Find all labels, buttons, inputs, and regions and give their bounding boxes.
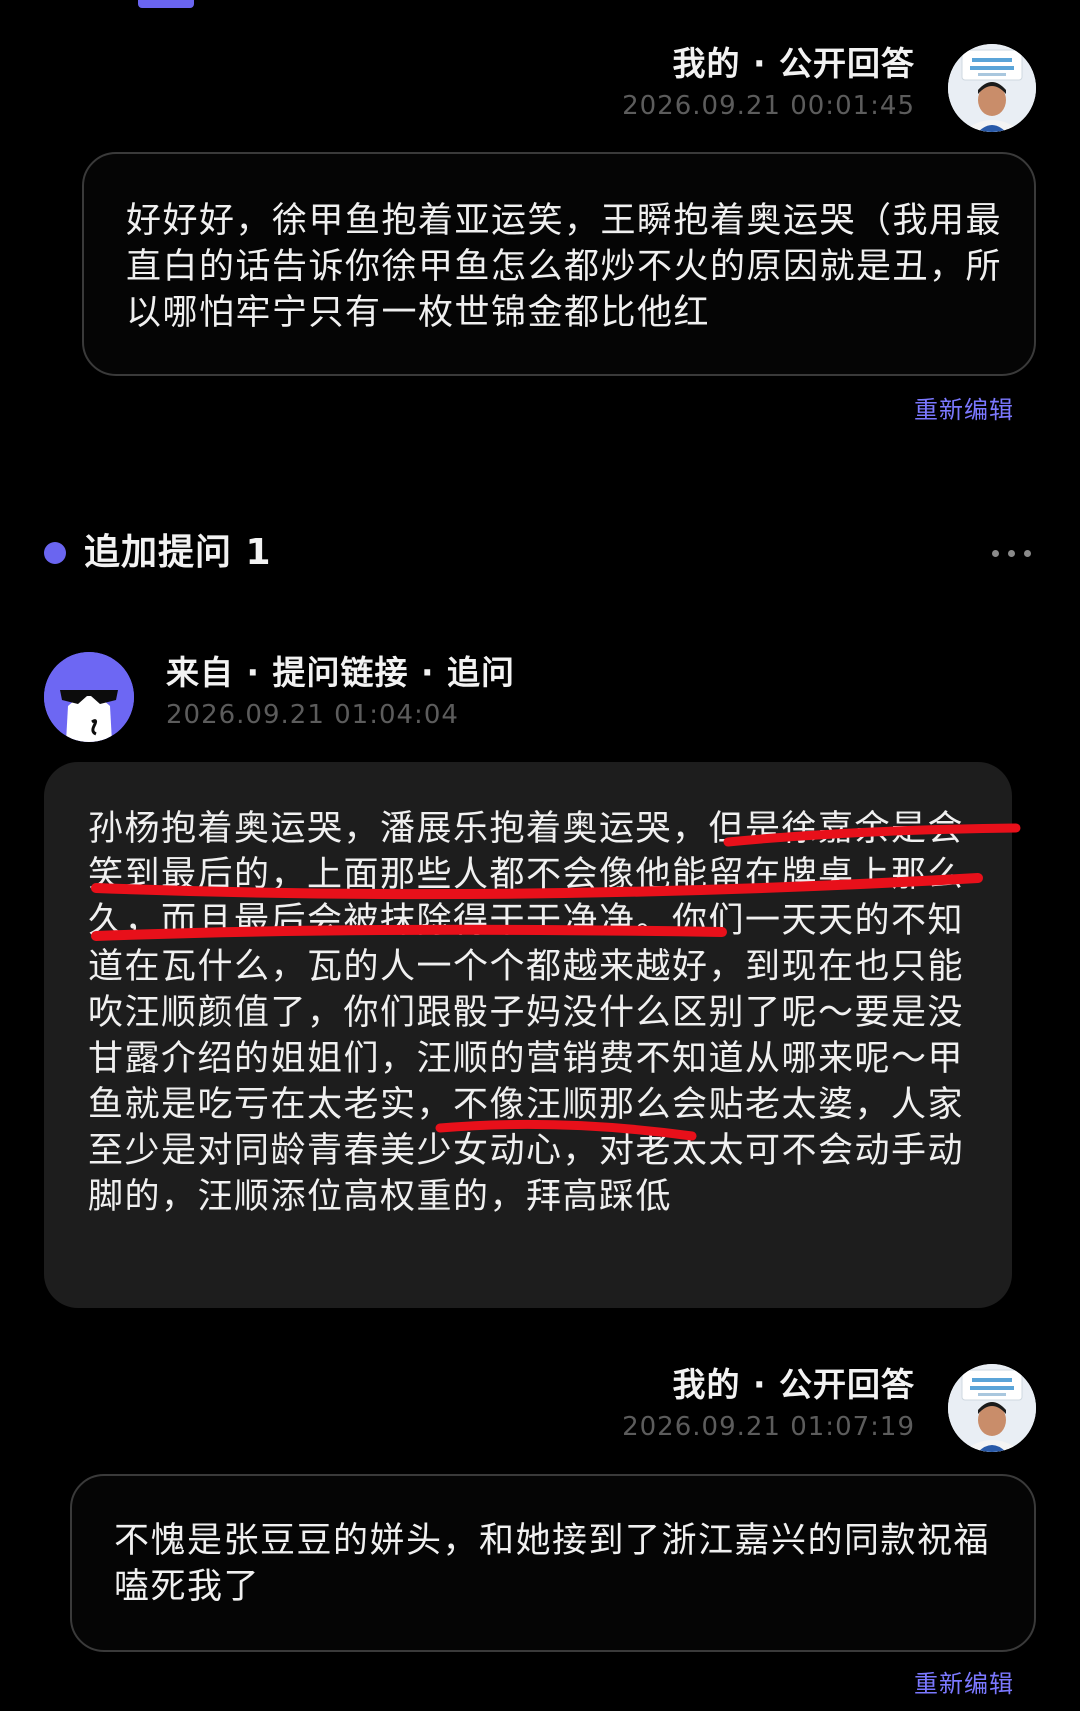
more-icon[interactable] [988,538,1036,568]
question-header-label: 来自 · 提问链接 · 追问 [166,653,516,692]
anonymous-sunglasses-icon [44,652,134,742]
followup-title: 追加提问 1 [84,532,272,573]
answer-timestamp: 2026.09.21 00:01:45 [622,91,915,121]
answer-header-label: 我的 · 公开回答 [672,44,915,83]
reedit-button[interactable]: 重新编辑 [914,390,1014,425]
user-avatar-icon [948,1364,1036,1452]
answer-header-label: 我的 · 公开回答 [672,1365,915,1404]
answer-header: 我的 · 公开回答 2026.09.21 01:07:19 [622,1365,915,1445]
tab-indicator [138,0,194,8]
question-timestamp: 2026.09.21 01:04:04 [166,700,459,730]
answer-text: 好好好，徐甲鱼抱着亚运笑，王瞬抱着奥运哭（我用最直白的话告诉你徐甲鱼怎么都炒不火… [126,201,1003,333]
reedit-button[interactable]: 重新编辑 [914,1664,1014,1699]
answer-text: 不愧是张豆豆的姘头，和她接到了浙江嘉兴的同款祝福嗑死我了 [114,1521,991,1607]
question-bubble: 孙杨抱着奥运哭，潘展乐抱着奥运哭，但是徐嘉余是会笑到最后的，上面那些人都不会像他… [44,762,1012,1308]
followup-header: 追加提问 1 [44,528,1036,578]
user-avatar-icon [948,44,1036,132]
avatar[interactable] [948,1364,1036,1452]
question-text: 孙杨抱着奥运哭，潘展乐抱着奥运哭，但是徐嘉余是会笑到最后的，上面那些人都不会像他… [88,809,965,1217]
asker-avatar[interactable] [44,652,134,742]
answer-bubble: 好好好，徐甲鱼抱着亚运笑，王瞬抱着奥运哭（我用最直白的话告诉你徐甲鱼怎么都炒不火… [82,152,1036,376]
bullet-dot-icon [44,542,66,564]
answer-header: 我的 · 公开回答 2026.09.21 00:01:45 [622,44,915,124]
answer-bubble: 不愧是张豆豆的姘头，和她接到了浙江嘉兴的同款祝福嗑死我了 [70,1474,1036,1652]
avatar[interactable] [948,44,1036,132]
answer-timestamp: 2026.09.21 01:07:19 [622,1412,915,1442]
